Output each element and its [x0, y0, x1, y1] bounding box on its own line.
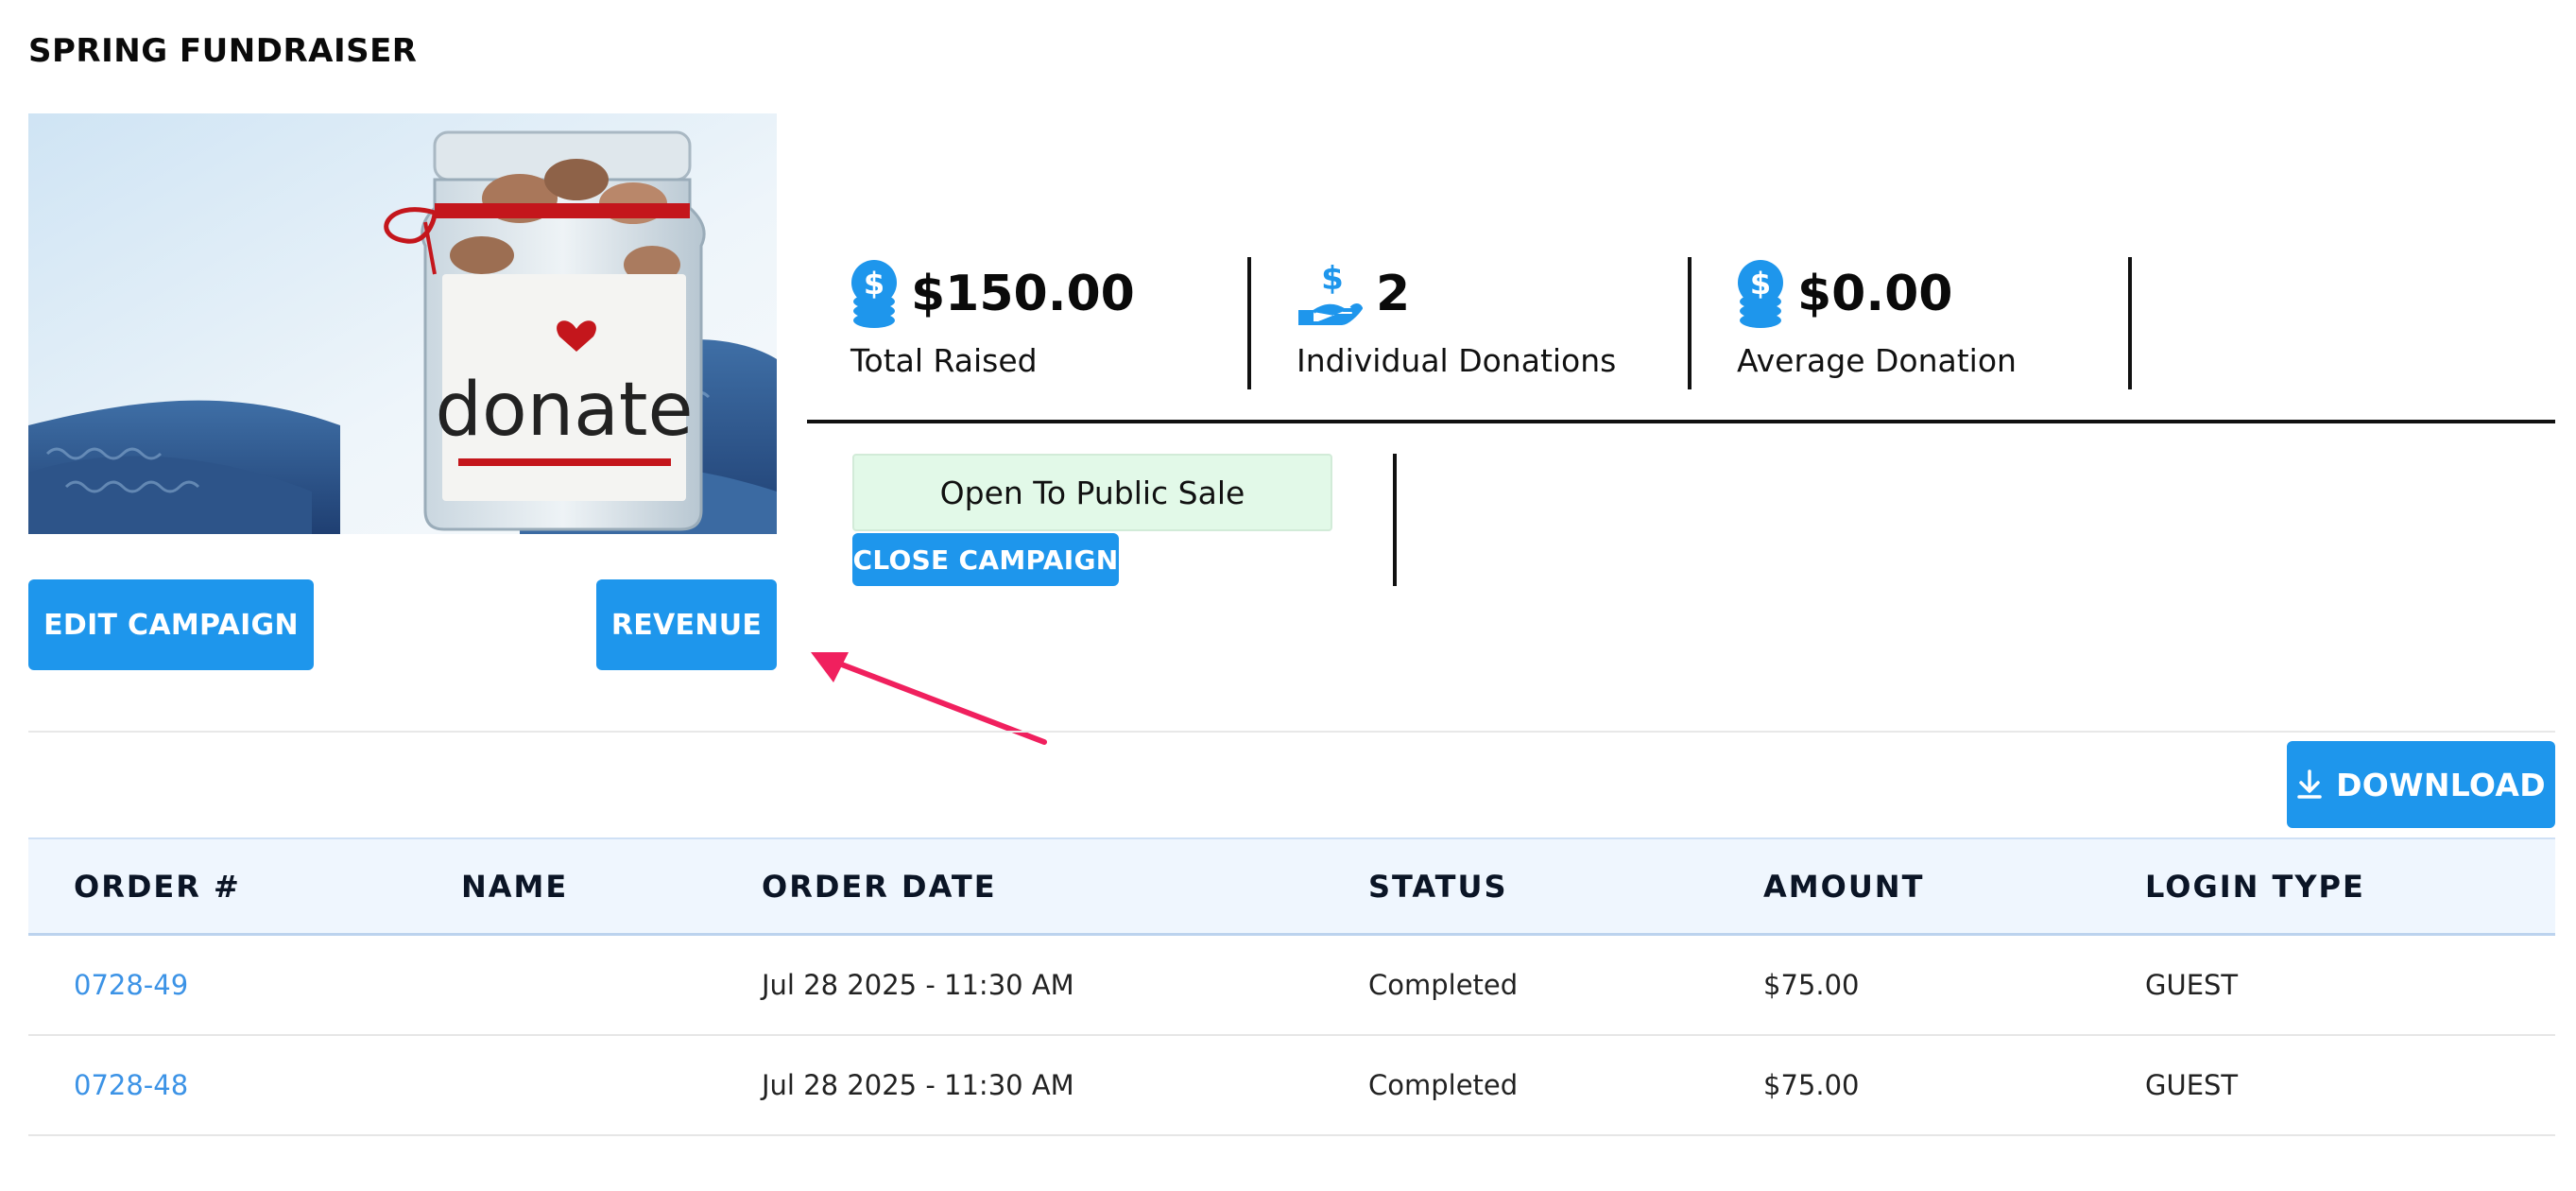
- donation-jar-image: donate: [28, 113, 777, 534]
- column-name[interactable]: NAME: [461, 839, 568, 933]
- revenue-button[interactable]: REVENUE: [596, 579, 777, 670]
- coin-stack-icon: $: [851, 260, 897, 328]
- stat-divider: [1688, 257, 1692, 389]
- average-donation-label: Average Donation: [1737, 342, 2017, 379]
- hand-dollar-icon: $: [1298, 261, 1363, 325]
- download-icon: [2297, 769, 2322, 799]
- stat-individual-donations: $ 2 Individual Donations: [1297, 255, 1693, 397]
- order-amount: $75.00: [1763, 1069, 1860, 1101]
- column-amount[interactable]: AMOUNT: [1763, 839, 1924, 933]
- total-raised-value: $150.00: [911, 266, 1135, 322]
- edit-campaign-button[interactable]: EDIT CAMPAIGN: [28, 579, 314, 670]
- order-number-link[interactable]: 0728-49: [74, 936, 188, 1034]
- download-label: DOWNLOAD: [2336, 766, 2546, 803]
- order-login-type: GUEST: [2145, 969, 2239, 1001]
- total-raised-label: Total Raised: [850, 342, 1038, 379]
- individual-donations-value: 2: [1376, 266, 1411, 322]
- order-status: Completed: [1368, 969, 1519, 1001]
- table-row: 0728-49 Jul 28 2025 - 11:30 AM Completed…: [28, 936, 2555, 1036]
- orders-table-header: ORDER # NAME ORDER DATE STATUS AMOUNT LO…: [28, 837, 2555, 936]
- campaign-status-badge: Open To Public Sale: [852, 454, 1332, 531]
- order-status: Completed: [1368, 1069, 1519, 1101]
- svg-text:$: $: [864, 266, 884, 302]
- order-date: Jul 28 2025 - 11:30 AM: [762, 969, 1074, 1001]
- order-login-type: GUEST: [2145, 1069, 2239, 1101]
- stat-total-raised: $ $150.00 Total Raised: [850, 255, 1247, 397]
- close-campaign-button[interactable]: CLOSE CAMPAIGN: [852, 533, 1119, 586]
- column-order-number[interactable]: ORDER #: [74, 839, 241, 933]
- annotation-arrow: [811, 652, 1047, 745]
- stat-divider: [2128, 257, 2132, 389]
- status-divider: [1393, 454, 1397, 586]
- average-donation-value: $0.00: [1797, 266, 1953, 322]
- column-order-date[interactable]: ORDER DATE: [762, 839, 997, 933]
- stats-divider: [807, 420, 2555, 423]
- column-status[interactable]: STATUS: [1368, 839, 1508, 933]
- column-login-type[interactable]: LOGIN TYPE: [2145, 839, 2365, 933]
- jar-label-text: donate: [435, 368, 693, 453]
- order-number-link[interactable]: 0728-48: [74, 1036, 188, 1134]
- page-title: SPRING FUNDRAISER: [28, 32, 418, 70]
- download-button[interactable]: DOWNLOAD: [2287, 741, 2555, 828]
- coin-stack-icon: $: [1738, 260, 1783, 328]
- individual-donations-label: Individual Donations: [1297, 342, 1617, 379]
- stat-divider: [1247, 257, 1251, 389]
- order-date: Jul 28 2025 - 11:30 AM: [762, 1069, 1074, 1101]
- section-separator: [28, 731, 2555, 733]
- svg-text:$: $: [1750, 266, 1771, 302]
- order-amount: $75.00: [1763, 969, 1860, 1001]
- svg-text:$: $: [1321, 261, 1344, 298]
- table-row: 0728-48 Jul 28 2025 - 11:30 AM Completed…: [28, 1036, 2555, 1136]
- campaign-image: donate: [28, 113, 777, 534]
- stat-average-donation: $ $0.00 Average Donation: [1737, 255, 2134, 397]
